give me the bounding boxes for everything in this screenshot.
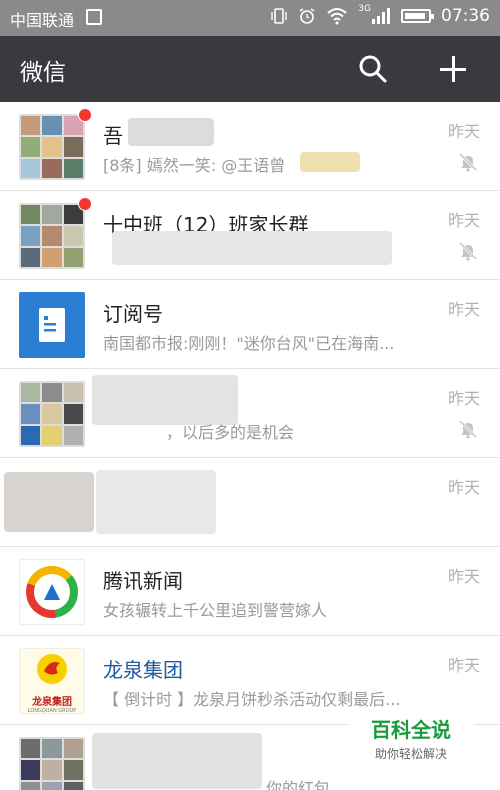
chat-name: 吾 xyxy=(103,124,123,148)
tencent-news-avatar xyxy=(19,559,85,625)
group-avatar xyxy=(19,203,85,269)
wifi-icon xyxy=(327,8,347,25)
battery-icon xyxy=(401,9,434,23)
chat-time: 昨天 xyxy=(447,389,480,408)
muted-bell-icon xyxy=(458,419,478,439)
chat-row[interactable]: 昨天 xyxy=(0,458,500,547)
status-bar: 中国联通 3G 07:36 xyxy=(0,0,500,36)
watermark-subtitle: 助你轻松解决 xyxy=(374,747,447,761)
plus-icon[interactable] xyxy=(436,52,470,86)
avatar xyxy=(4,472,94,532)
watermark-title: 百科全说 xyxy=(371,718,451,742)
chat-row[interactable]: 订阅号 南国都市报:刚刚！"迷你台风"已在海南... 昨天 xyxy=(0,280,500,369)
subscription-avatar xyxy=(19,292,85,358)
muted-bell-icon xyxy=(458,152,478,172)
watermark: 百科全说 助你轻松解决 xyxy=(348,712,474,762)
chat-time: 昨天 xyxy=(447,567,480,586)
longquan-logo-text: 龙泉集团 xyxy=(32,697,72,708)
chat-row[interactable]: 吾 [8条] 嫣然一笑: @王语曾 昨天 xyxy=(0,102,500,191)
search-icon[interactable] xyxy=(358,54,388,84)
chat-preview: 你的红包 xyxy=(266,779,331,790)
chat-name: 腾讯新闻 xyxy=(103,569,183,593)
chat-preview: 南国都市报:刚刚！"迷你台风"已在海南... xyxy=(103,334,395,353)
chat-time: 昨天 xyxy=(447,300,480,319)
unread-dot xyxy=(78,108,92,122)
clock: 07:36 xyxy=(441,6,490,26)
tencent-news-logo-icon xyxy=(25,566,78,618)
chat-time: 昨天 xyxy=(447,656,480,675)
chat-preview: 【 倒计时 】龙泉月饼秒杀活动仅剩最后... xyxy=(103,690,401,709)
group-avatar xyxy=(19,737,85,790)
unread-dot xyxy=(78,197,92,211)
chat-preview: ，以后多的是机会 xyxy=(166,423,295,442)
chat-time: 昨天 xyxy=(447,211,480,230)
longquan-avatar: 龙泉集团 LONGQUAN GROUP xyxy=(19,648,85,714)
chat-row[interactable]: ，以后多的是机会 昨天 xyxy=(0,369,500,458)
carrier-label: 中国联通 xyxy=(10,11,75,30)
chat-preview: 女孩辗转上千公里追到警营嫁人 xyxy=(103,601,328,620)
chat-list: 吾 [8条] 嫣然一笑: @王语曾 昨天 十中班（12）班家长群 昨天 订阅号 … xyxy=(0,102,500,790)
vibrate-icon xyxy=(271,8,287,24)
longquan-logo-subtext: LONGQUAN GROUP xyxy=(27,708,77,714)
muted-bell-icon xyxy=(458,241,478,261)
status-icons: 3G 07:36 xyxy=(270,4,490,26)
image-icon xyxy=(86,9,102,25)
chat-time: 昨天 xyxy=(447,478,480,497)
app-bar: 微信 xyxy=(0,36,500,102)
group-avatar xyxy=(19,381,85,447)
longquan-logo-icon xyxy=(37,654,67,684)
chat-row[interactable]: 十中班（12）班家长群 昨天 xyxy=(0,191,500,280)
app-title: 微信 xyxy=(20,60,66,86)
chat-time: 昨天 xyxy=(447,122,480,141)
network-type: 3G xyxy=(358,4,371,14)
chat-name: 订阅号 xyxy=(103,302,163,326)
alarm-icon xyxy=(299,8,315,24)
chat-name: 龙泉集团 xyxy=(103,658,183,682)
signal-icon xyxy=(372,8,390,24)
chat-row[interactable]: 腾讯新闻 女孩辗转上千公里追到警营嫁人 昨天 xyxy=(0,547,500,636)
chat-preview: [8条] 嫣然一笑: @王语曾 xyxy=(103,156,286,175)
document-icon xyxy=(39,308,65,342)
group-avatar xyxy=(19,114,85,180)
